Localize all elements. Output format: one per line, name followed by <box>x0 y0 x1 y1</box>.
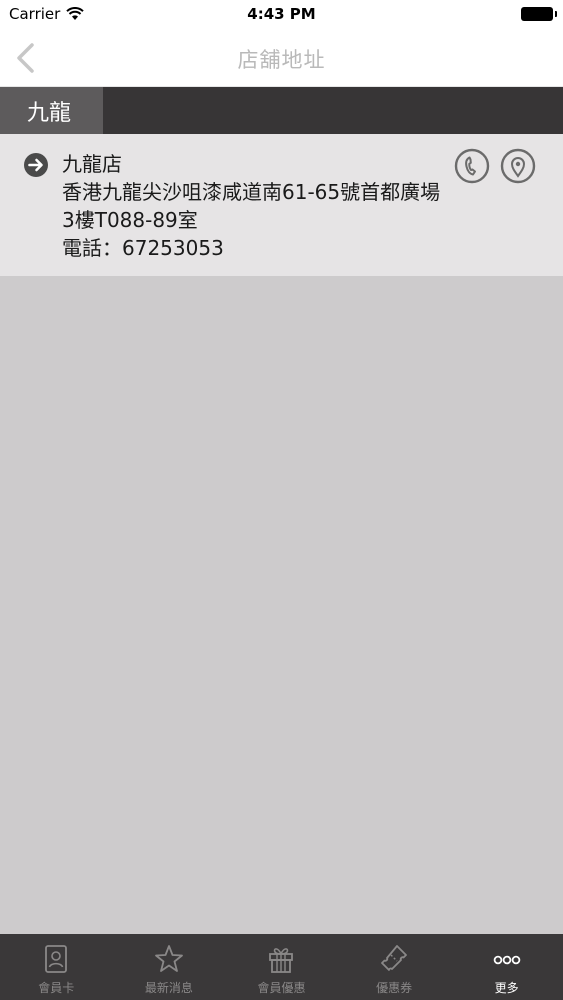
phone-icon[interactable] <box>454 148 490 184</box>
map-pin-icon[interactable] <box>500 148 536 184</box>
store-list-item[interactable]: 九龍店 香港九龍尖沙咀漆咸道南61-65號首都廣場3樓T088-89室 電話：6… <box>0 134 563 276</box>
tab-member-card[interactable]: 會員卡 <box>0 934 113 1000</box>
region-tab-bar: 九龍 <box>0 87 563 134</box>
tab-more[interactable]: 更多 <box>450 934 563 1000</box>
nav-bar: 店舖地址 <box>0 30 563 87</box>
store-phone: 電話：67253053 <box>62 236 224 260</box>
tab-label: 會員優惠 <box>257 981 306 995</box>
tab-label: 更多 <box>494 981 519 995</box>
star-icon <box>154 945 183 972</box>
store-name: 九龍店 <box>62 152 122 176</box>
store-list: 九龍店 香港九龍尖沙咀漆咸道南61-65號首都廣場3樓T088-89室 電話：6… <box>0 134 563 934</box>
tab-latest-news[interactable]: 最新消息 <box>113 934 226 1000</box>
status-time: 4:43 PM <box>247 5 316 23</box>
arrow-right-circle-icon <box>24 153 48 177</box>
battery-icon <box>521 7 557 21</box>
member-card-icon <box>45 945 68 973</box>
bottom-tab-bar: 會員卡 最新消息 會員優惠 優惠券 更多 <box>0 934 563 1000</box>
store-address: 香港九龍尖沙咀漆咸道南61-65號首都廣場3樓T088-89室 <box>62 180 441 232</box>
tab-label: 會員卡 <box>38 981 75 995</box>
region-tab-kowloon[interactable]: 九龍 <box>0 87 103 134</box>
status-right <box>521 7 557 21</box>
store-details: 九龍店 香港九龍尖沙咀漆咸道南61-65號首都廣場3樓T088-89室 電話：6… <box>62 150 452 262</box>
coupon-icon <box>381 945 407 971</box>
status-bar: Carrier 4:43 PM <box>0 0 563 30</box>
tab-coupons[interactable]: 優惠券 <box>338 934 451 1000</box>
page-title: 店舖地址 <box>237 48 326 72</box>
tab-label: 優惠券 <box>376 981 413 995</box>
tab-member-offers[interactable]: 會員優惠 <box>225 934 338 1000</box>
tab-label: 最新消息 <box>144 981 193 995</box>
gift-icon <box>269 948 294 973</box>
more-icon <box>493 955 520 965</box>
